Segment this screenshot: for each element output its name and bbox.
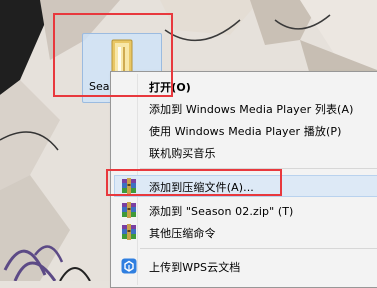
menu-item-label: 添加到 "Season 02.zip" (T) xyxy=(149,205,294,218)
menu-item-label: 上传到WPS云文档 xyxy=(149,261,241,274)
menu-item-add-to-wmp-list[interactable]: 添加到 Windows Media Player 列表(A) xyxy=(114,97,377,119)
winrar-archive-icon xyxy=(122,224,136,240)
menu-item-label: 添加到压缩文件(A)... xyxy=(149,181,254,194)
menu-item-play-with-wmp[interactable]: 使用 Windows Media Player 播放(P) xyxy=(114,119,377,141)
wps-cloud-icon xyxy=(121,258,137,274)
menu-item-add-to-archive[interactable]: 添加到压缩文件(A)... xyxy=(114,175,377,197)
winrar-archive-icon xyxy=(122,178,136,194)
menu-separator xyxy=(140,168,377,169)
menu-item-label: 使用 Windows Media Player 播放(P) xyxy=(149,125,342,138)
menu-separator xyxy=(140,248,377,249)
menu-item-buy-music-online[interactable]: 联机购买音乐 xyxy=(114,141,377,163)
context-menu: 打开(O) 添加到 Windows Media Player 列表(A) 使用 … xyxy=(110,71,377,288)
menu-item-add-to-zip[interactable]: 添加到 "Season 02.zip" (T) xyxy=(114,199,377,221)
menu-item-label: 打开(O) xyxy=(149,81,191,94)
menu-item-open[interactable]: 打开(O) xyxy=(114,75,377,97)
winrar-archive-icon xyxy=(122,202,136,218)
menu-item-other-compression-commands[interactable]: 其他压缩命令 xyxy=(114,221,377,243)
menu-item-label: 联机购买音乐 xyxy=(149,147,216,160)
menu-item-label: 其他压缩命令 xyxy=(149,227,216,240)
menu-item-upload-to-wps-cloud[interactable]: 上传到WPS云文档 xyxy=(114,255,377,277)
menu-item-label: 添加到 Windows Media Player 列表(A) xyxy=(149,103,354,116)
